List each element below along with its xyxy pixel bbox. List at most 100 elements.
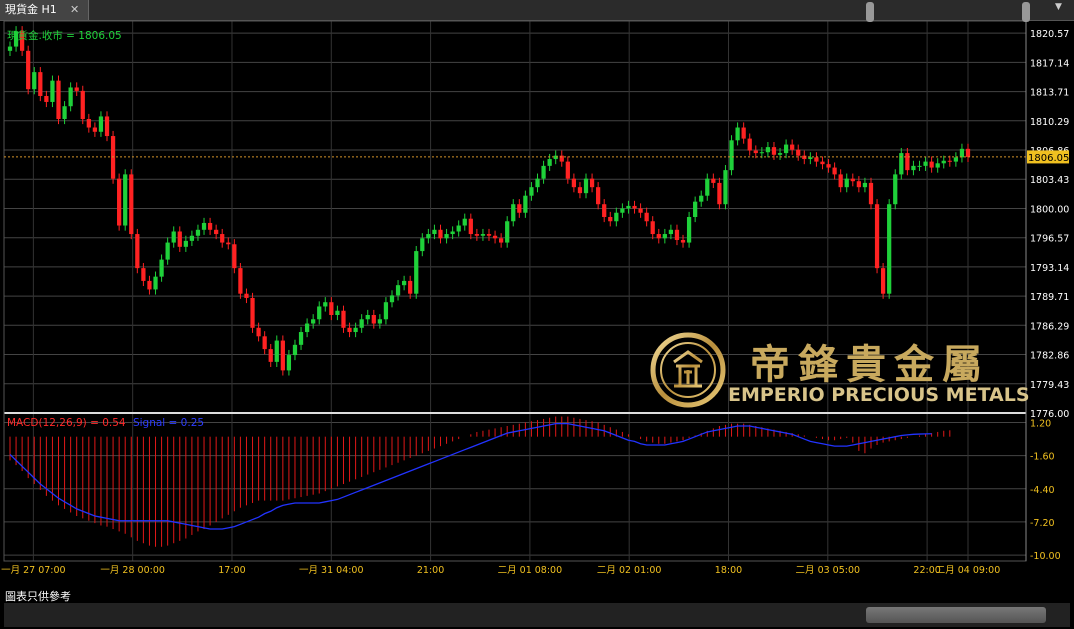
candle-body	[650, 221, 655, 235]
price-tick-label: 1779.43	[1030, 380, 1069, 391]
candle-body	[565, 161, 570, 179]
chart-scrollbar[interactable]	[4, 603, 1070, 627]
candle-body	[777, 153, 783, 155]
signal-line	[9, 423, 932, 530]
candle-body	[159, 259, 164, 277]
candle-body	[887, 204, 892, 294]
candle-body	[796, 149, 801, 156]
candle-body	[686, 217, 692, 243]
candle-body	[38, 72, 43, 96]
macd-grid	[4, 421, 1026, 556]
price-panel-label: 現貨金.收市 = 1806.05	[7, 29, 122, 42]
scrollbar-right-handle[interactable]	[1022, 2, 1030, 22]
candle-body	[420, 238, 425, 252]
candle-body	[523, 195, 528, 213]
chart-tab[interactable]: 現貨金 H1 ✕	[0, 0, 89, 20]
candle-body	[438, 229, 443, 239]
candle-body	[7, 46, 13, 51]
candle-body	[747, 138, 752, 151]
macd-histogram	[9, 416, 951, 547]
candle-body	[626, 205, 631, 209]
candle-body	[711, 178, 716, 183]
macd-tick-label: -10.00	[1030, 551, 1061, 562]
candle-body	[444, 234, 449, 239]
watermark-logo: 帝鋒貴金屬 EMPERIO PRECIOUS METALS	[650, 332, 1030, 412]
close-icon[interactable]: ✕	[70, 0, 79, 20]
candle-body	[771, 147, 777, 155]
chart-area[interactable]: 1820.571817.141813.711810.291806.861803.…	[0, 21, 1074, 581]
candle-body	[783, 144, 789, 154]
price-axis: 1820.571817.141813.711810.291806.861803.…	[1030, 29, 1069, 420]
candle-body	[44, 95, 49, 102]
candle-body	[165, 242, 170, 260]
macd-label: MACD(12,26,9) = 0.54	[7, 417, 126, 429]
candle-body	[62, 106, 67, 119]
candle-body	[341, 310, 346, 328]
dropdown-arrow-icon[interactable]: ▼	[1055, 2, 1062, 12]
candle-body	[723, 170, 728, 205]
candle-body	[147, 280, 152, 290]
candle-body	[238, 268, 243, 294]
candle-body	[371, 315, 376, 324]
candle-body	[98, 116, 104, 132]
candle-body	[850, 178, 855, 182]
candle-body	[832, 167, 837, 175]
candle-body	[389, 295, 395, 303]
candle-body	[874, 204, 880, 269]
candle-body	[620, 208, 625, 213]
logo-chinese-text: 帝鋒貴金屬	[750, 341, 990, 388]
candle-body	[935, 163, 940, 168]
candle-body	[505, 221, 510, 243]
candle-body	[947, 160, 952, 162]
candle-body	[244, 293, 249, 298]
candle-body	[729, 140, 734, 171]
candle-body	[820, 161, 825, 165]
candle-body	[638, 208, 643, 213]
candle-body	[414, 251, 419, 294]
candle-body	[880, 268, 886, 294]
candle-body	[844, 178, 849, 188]
candle-body	[941, 160, 946, 164]
price-tick-label: 1789.71	[1030, 292, 1069, 303]
time-axis: 一月 27 07:00 一月 28 00:00 17:00 一月 31 04:00 21…	[1, 565, 1000, 576]
macd-axis: 1.20 -1.60 -4.40 -7.20 -10.00	[1030, 418, 1061, 562]
candle-body	[693, 201, 698, 217]
candle-body	[311, 319, 316, 324]
candle-body	[383, 302, 389, 320]
time-tick-label: 二月 02 01:00	[597, 565, 662, 576]
candle-body	[953, 157, 958, 162]
candle-body	[511, 204, 516, 222]
candle-body	[177, 231, 182, 247]
candle-body	[317, 306, 322, 320]
candle-body	[717, 182, 722, 205]
price-tick-label: 1803.43	[1030, 175, 1069, 186]
logo-emblem-icon	[650, 332, 726, 408]
candle-body	[735, 127, 740, 141]
candle-body	[517, 204, 522, 213]
candle-body	[596, 187, 601, 205]
candle-body	[814, 157, 819, 162]
candle-body	[838, 174, 843, 188]
candle-body	[268, 349, 273, 362]
candle-body	[123, 174, 128, 226]
candle-body	[304, 323, 310, 333]
tab-title: 現貨金 H1	[5, 3, 57, 16]
candle-body	[274, 340, 279, 362]
logo-english-text: EMPERIO PRECIOUS METALS	[728, 384, 1030, 406]
candle-body	[826, 164, 831, 168]
time-tick-label: 一月 27 07:00	[1, 565, 66, 576]
scrollbar-left-handle[interactable]	[866, 2, 874, 22]
candle-body	[92, 127, 98, 132]
scrollbar-thumb[interactable]	[866, 607, 1046, 623]
candle-body	[250, 297, 255, 328]
candle-body	[699, 195, 704, 202]
price-tick-label: 1817.14	[1030, 58, 1069, 69]
candle-body	[474, 234, 479, 236]
candle-body	[80, 90, 85, 119]
candle-body	[468, 218, 473, 235]
candle-body	[632, 205, 637, 209]
candle-body	[135, 234, 140, 269]
price-tick-label: 1800.00	[1030, 204, 1069, 215]
candle-body	[765, 147, 771, 153]
candle-body	[359, 319, 364, 328]
